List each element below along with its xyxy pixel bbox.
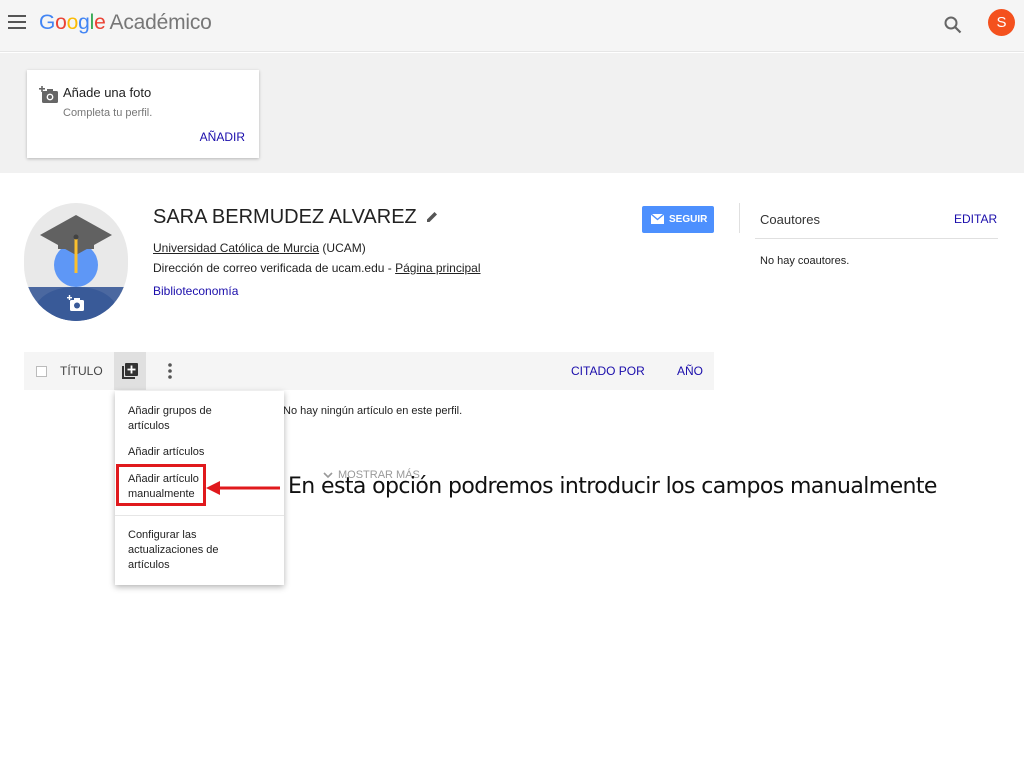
coauthors-divider xyxy=(739,203,740,233)
add-photo-title: Añade una foto xyxy=(63,85,152,100)
logo-letter: e xyxy=(94,11,106,34)
add-photo-card: Añade una foto Completa tu perfil. AÑADI… xyxy=(27,70,259,158)
add-photo-icon xyxy=(39,86,58,103)
menu-item-add-article-groups[interactable]: Añadir grupos de artículos xyxy=(128,404,228,434)
annotation-text: En esta opción podremos introducir los c… xyxy=(288,474,937,499)
menu-icon[interactable] xyxy=(8,15,26,29)
scholar-logo[interactable]: Google Académico xyxy=(39,11,212,35)
profile-affiliation: Universidad Católica de Murcia (UCAM) xyxy=(153,241,366,255)
add-library-icon xyxy=(122,363,138,379)
search-icon[interactable] xyxy=(943,15,963,35)
default-avatar-icon xyxy=(24,215,128,321)
product-name: Académico xyxy=(109,11,212,34)
coauthors-empty-text: No hay coautores. xyxy=(760,255,850,267)
logo-letter: o xyxy=(55,11,67,34)
profile-avatar[interactable] xyxy=(24,203,128,321)
menu-item-add-articles[interactable]: Añadir artículos xyxy=(128,445,204,460)
logo-letter: o xyxy=(66,11,79,34)
follow-label: SEGUIR xyxy=(669,214,708,225)
verified-email-text: Dirección de correo verificada de ucam.e… xyxy=(153,261,396,275)
coauthors-edit-button[interactable]: EDITAR xyxy=(954,212,997,226)
menu-item-configure-updates[interactable]: Configurar las actualizaciones de artícu… xyxy=(128,528,238,573)
top-app-bar: Google Académico S xyxy=(0,0,1024,52)
menu-divider xyxy=(115,515,284,516)
affiliation-suffix: (UCAM) xyxy=(319,241,366,255)
affiliation-link[interactable]: Universidad Católica de Murcia xyxy=(153,241,319,255)
articles-table-header: TÍTULO CITADO POR AÑO xyxy=(24,352,714,390)
column-title[interactable]: TÍTULO xyxy=(60,364,103,378)
homepage-link[interactable]: Página principal xyxy=(395,261,480,275)
coauthors-title: Coautores xyxy=(760,212,820,227)
account-avatar[interactable]: S xyxy=(988,9,1015,36)
add-articles-button[interactable] xyxy=(114,352,146,390)
column-cited-by[interactable]: CITADO POR xyxy=(571,364,645,378)
select-all-checkbox[interactable] xyxy=(36,366,47,377)
profile-email: Dirección de correo verificada de ucam.e… xyxy=(153,261,481,275)
annotation-arrow xyxy=(206,481,280,495)
add-photo-subtitle: Completa tu perfil. xyxy=(63,107,153,119)
logo-letter: G xyxy=(39,11,56,34)
edit-pencil-icon[interactable] xyxy=(425,210,439,224)
highlight-box xyxy=(116,464,206,506)
profile-name: SARA BERMUDEZ ALVAREZ xyxy=(153,206,417,228)
logo-letter: g xyxy=(78,11,90,34)
add-photo-button[interactable]: AÑADIR xyxy=(200,130,245,144)
coauthors-underline xyxy=(755,238,998,239)
research-interest-link[interactable]: Biblioteconomía xyxy=(153,284,238,298)
follow-button[interactable]: SEGUIR xyxy=(642,206,714,233)
mail-icon xyxy=(651,214,664,224)
column-year[interactable]: AÑO xyxy=(677,364,703,378)
no-articles-text: No hay ningún artículo en este perfil. xyxy=(283,405,463,417)
more-options-icon[interactable] xyxy=(164,362,176,380)
